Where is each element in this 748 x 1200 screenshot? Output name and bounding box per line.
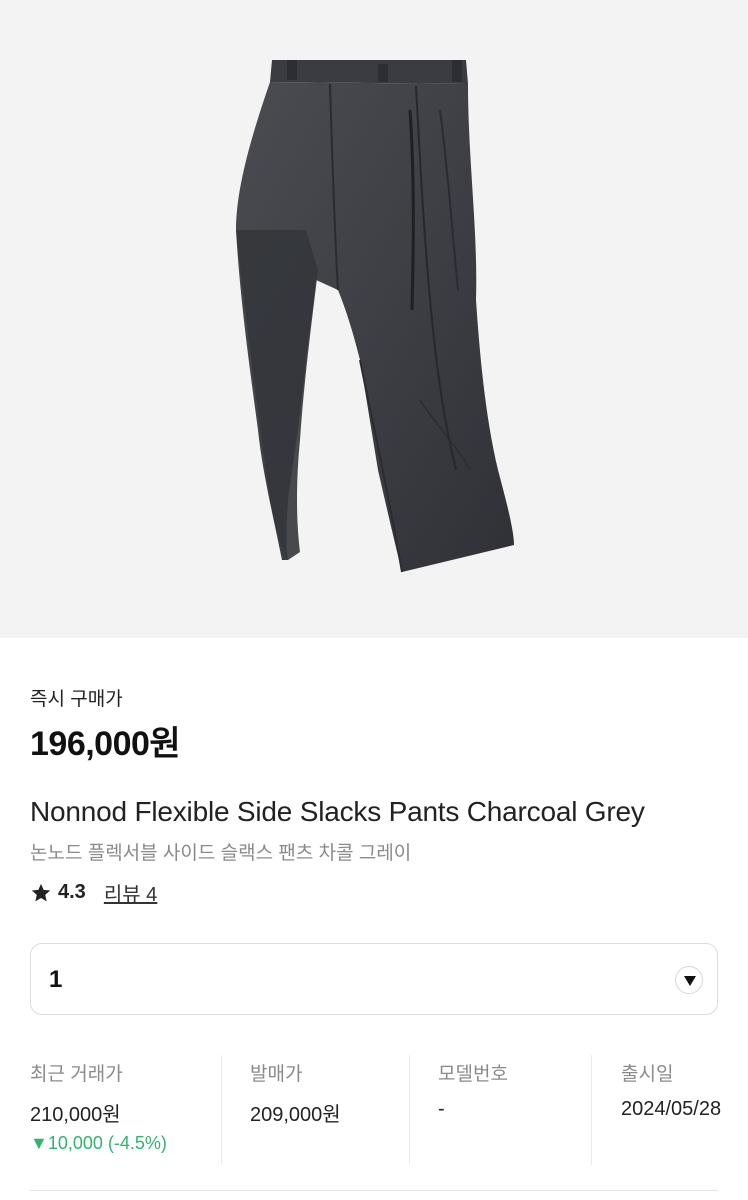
product-title-korean: 논노드 플렉서블 사이드 슬랙스 팬츠 차콜 그레이: [30, 843, 412, 864]
stat-release-price: 발매가 209,000원: [250, 1055, 341, 1165]
stat-value: 2024/05/28: [621, 1098, 722, 1120]
divider: [221, 1055, 222, 1165]
section-divider: [30, 1190, 718, 1191]
stat-value: 210,000원: [30, 1104, 121, 1126]
stat-value: 209,000원: [250, 1104, 341, 1126]
stat-label: 최근 거래가: [30, 1064, 123, 1085]
divider: [409, 1055, 410, 1165]
stat-label: 발매가: [250, 1064, 303, 1085]
stat-value: -: [438, 1098, 445, 1120]
stat-model-number: 모델번호 -: [438, 1055, 508, 1165]
size-select-value: 1: [49, 966, 63, 993]
stat-recent-price: 최근 거래가 210,000원 ▼10,000 (-4.5%): [30, 1055, 167, 1165]
star-icon: [31, 883, 51, 901]
product-stats: 최근 거래가 210,000원 ▼10,000 (-4.5%) 발매가 209,…: [0, 1055, 748, 1165]
chevron-down-icon[interactable]: [675, 966, 703, 994]
instant-buy-label: 즉시 구매가: [30, 689, 123, 710]
product-image[interactable]: [0, 0, 748, 638]
stat-release-date: 출시일 2024/05/28: [621, 1055, 721, 1165]
product-photo: [236, 60, 514, 573]
price-change: ▼10,000 (-4.5%): [30, 1133, 167, 1153]
divider: [591, 1055, 592, 1165]
size-select[interactable]: 1: [30, 943, 718, 1015]
stat-label: 출시일: [621, 1064, 674, 1085]
stat-label: 모델번호: [438, 1064, 508, 1085]
product-title-english: Nonnod Flexible Side Slacks Pants Charco…: [30, 796, 645, 827]
rating-score: 4.3: [58, 881, 86, 903]
instant-buy-price: 196,000원: [30, 725, 181, 763]
review-link[interactable]: 리뷰 4: [104, 878, 157, 907]
rating-row: 4.3 리뷰 4: [30, 878, 157, 907]
